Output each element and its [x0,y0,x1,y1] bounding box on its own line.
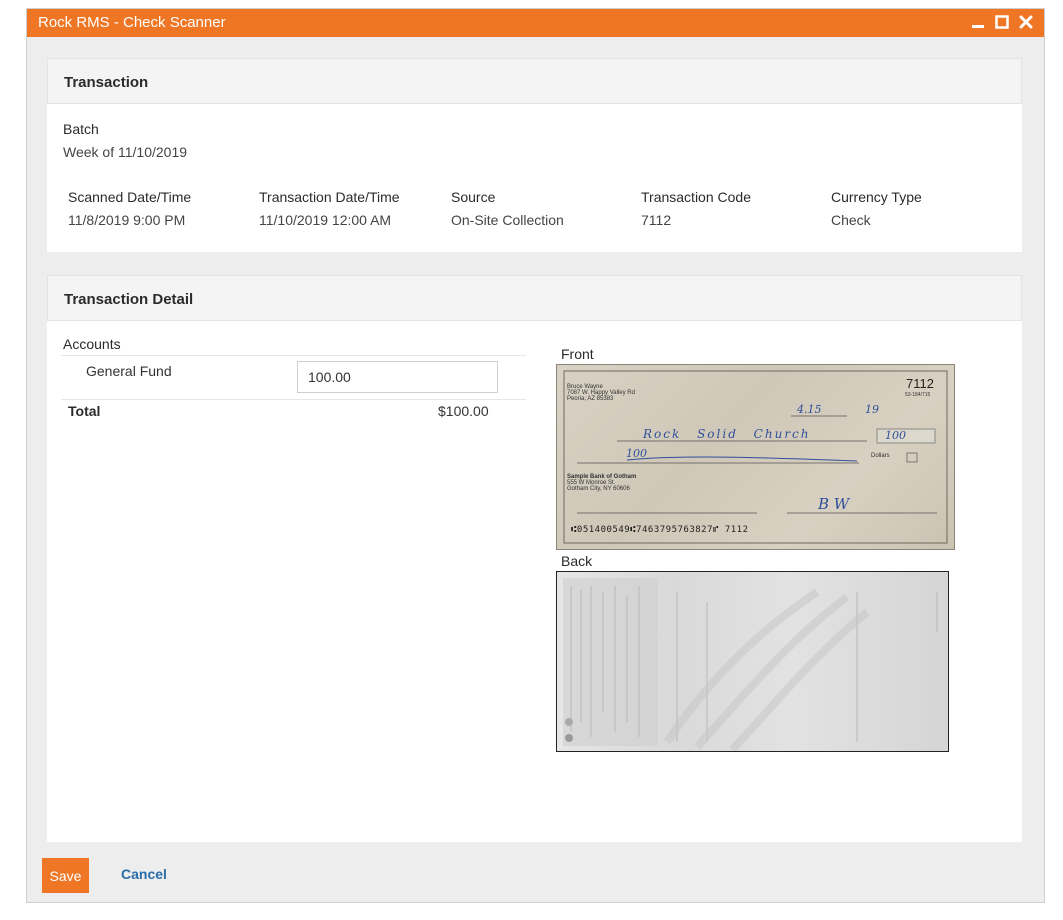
minimize-icon[interactable] [970,13,986,31]
check-amount-words: 100 [626,447,647,460]
check-payee-written: Rock Solid Church [643,427,811,441]
account-name: General Fund [86,363,172,379]
window-title: Rock RMS - Check Scanner [38,14,226,31]
source-label: Source [451,189,496,205]
transaction-datetime-value: 11/10/2019 12:00 AM [259,212,392,228]
title-bar: Rock RMS - Check Scanner [27,9,1044,37]
transaction-code-value: 7112 [641,212,672,228]
currency-type-value: Check [831,212,871,228]
check-dollars-text: Dollars [871,453,890,459]
transaction-code-label: Transaction Code [641,189,751,205]
check-micr-line: ⑆051400549⑆7463795763827⑈ 7112 [571,525,749,535]
save-button[interactable]: Save [42,858,89,893]
bank-address-line2: Gotham City, NY 60606 [567,486,630,492]
scanned-datetime-value: 11/8/2019 9:00 PM [68,212,186,228]
check-date-written: 4.15 [797,403,822,416]
account-amount-input[interactable] [297,361,498,393]
maximize-icon[interactable] [994,13,1010,31]
check-back-art [563,578,938,751]
back-label: Back [561,553,593,569]
payer-address-line2: Peoria, AZ 85383 [567,396,614,402]
transaction-detail-heading: Transaction Detail [47,275,1022,321]
transaction-datetime-label: Transaction Date/Time [259,189,400,205]
check-number: 7112 [906,376,934,391]
window-controls [970,13,1034,31]
batch-label: Batch [63,121,99,137]
check-date-year: 19 [865,403,879,416]
accounts-divider [61,355,526,356]
total-label: Total [68,403,101,419]
check-amount-written: 100 [885,429,906,442]
transaction-panel: Transaction Batch Week of 11/10/2019 Sca… [47,58,1022,252]
total-value: $100.00 [438,403,489,419]
total-divider [61,399,526,400]
check-back-image [556,571,949,752]
transaction-detail-panel: Transaction Detail Accounts General Fund… [47,275,1022,842]
close-icon[interactable] [1018,13,1034,31]
check-scanner-window: Rock RMS - Check Scanner Transaction Bat… [26,8,1045,903]
front-label: Front [561,346,594,362]
cancel-link[interactable]: Cancel [121,866,167,882]
batch-value: Week of 11/10/2019 [63,144,188,160]
accounts-label: Accounts [63,336,121,352]
transaction-heading: Transaction [47,58,1022,104]
source-value: On-Site Collection [451,212,564,228]
routing-fraction: 53-184/715 [905,392,931,398]
check-signature: B W [818,495,850,513]
check-front-image: Bruce Wayne 7087 W. Happy Valley Rd Peor… [556,364,955,550]
currency-type-label: Currency Type [831,189,922,205]
scanned-datetime-label: Scanned Date/Time [68,189,192,205]
